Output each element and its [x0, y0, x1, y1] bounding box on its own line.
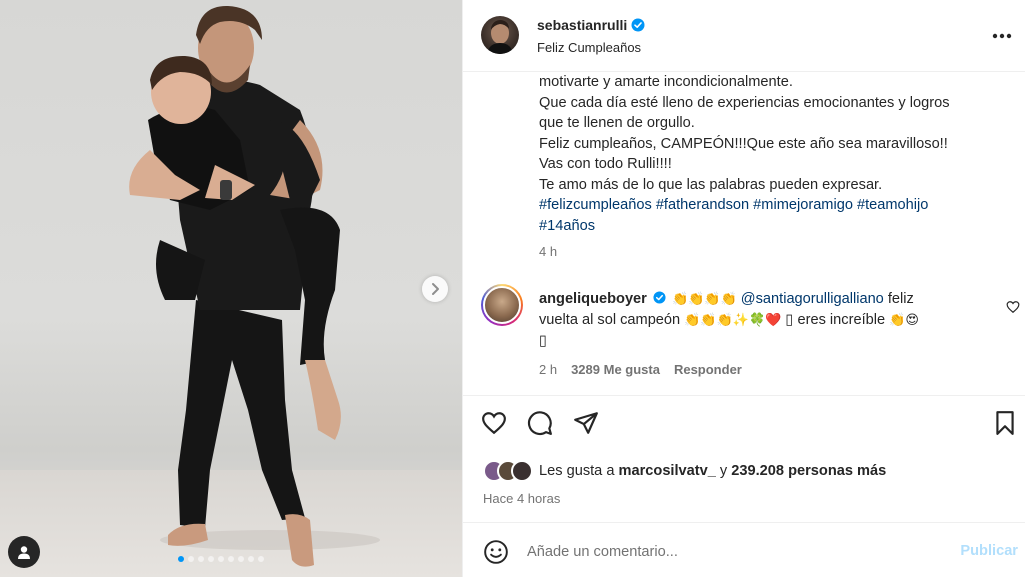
post-age[interactable]: Hace 4 horas — [483, 491, 560, 506]
comment-likes[interactable]: 3289 Me gusta — [571, 362, 660, 377]
carousel-dot — [228, 556, 234, 562]
verified-badge-icon — [631, 18, 645, 32]
more-options-button[interactable] — [990, 24, 1014, 48]
author-avatar[interactable] — [481, 16, 519, 54]
bookmark-icon[interactable] — [992, 410, 1018, 436]
post-header: sebastianrulli Feliz Cumpleaños — [463, 0, 1025, 72]
caption-line: motivarte y amarte incondicionalmente. — [539, 74, 793, 90]
likes-count[interactable]: 239.208 personas más — [731, 463, 886, 479]
post-side-panel: sebastianrulli Feliz Cumpleaños motivart… — [462, 0, 1025, 577]
comment-bubble-icon — [527, 411, 552, 436]
carousel-dot — [178, 556, 184, 562]
likes-user[interactable]: marcosilvatv_ — [619, 463, 716, 479]
commenter-avatar-image — [483, 286, 521, 324]
comment-emojis: 👏👏👏👏 — [671, 292, 737, 307]
emoji-icon[interactable] — [483, 539, 509, 565]
action-buttons — [481, 410, 599, 436]
author-username[interactable]: sebastianrulli — [537, 17, 627, 33]
carousel-dot — [208, 556, 214, 562]
liker-avatar — [511, 460, 533, 482]
caption-hashtags[interactable]: #14años — [539, 216, 999, 237]
user-icon — [18, 546, 30, 559]
comment-meta: 2 h 3289 Me gusta Responder — [539, 362, 742, 377]
caption-timestamp[interactable]: 4 h — [539, 244, 557, 259]
caption-line: que te llenen de orgullo. — [539, 115, 695, 131]
carousel-dot — [248, 556, 254, 562]
chevron-right-icon — [432, 283, 439, 295]
comment-emojis: 👏😍 — [889, 313, 919, 328]
paper-plane-icon — [574, 412, 598, 434]
carousel-dot — [238, 556, 244, 562]
likes-text[interactable]: Les gusta a marcosilvatv_ y 239.208 pers… — [539, 463, 886, 479]
comment-like-heart-icon[interactable] — [1006, 300, 1020, 314]
post-photo — [129, 5, 380, 567]
comment-fragment: vuelta al sol campeón — [539, 312, 685, 328]
post-media[interactable] — [0, 0, 462, 577]
like-button[interactable] — [481, 410, 507, 436]
likes-prefix: Les gusta a — [539, 463, 619, 479]
reply-button[interactable]: Responder — [674, 362, 742, 377]
comment-emojis: 👏👏👏✨🍀❤️ — [684, 313, 782, 328]
comment-time[interactable]: 2 h — [539, 362, 557, 377]
comment-mention[interactable]: @santiagorulligalliano — [741, 291, 884, 307]
post-actions: Les gusta a marcosilvatv_ y 239.208 pers… — [463, 395, 1025, 522]
verified-badge-icon — [653, 291, 666, 304]
carousel-dot — [198, 556, 204, 562]
comment-fragment: eres increíble — [793, 312, 890, 328]
post-comments-area[interactable]: motivarte y amarte incondicionalmente. Q… — [463, 72, 1025, 395]
carousel-dots — [178, 556, 264, 562]
comment-input[interactable] — [527, 541, 947, 563]
caption-line: Vas con todo Rulli!!!! — [539, 156, 672, 172]
heart-icon — [482, 412, 506, 435]
likes-summary: Les gusta a marcosilvatv_ y 239.208 pers… — [483, 460, 886, 482]
author-avatar-image — [487, 20, 513, 54]
missing-glyph: ▯ — [539, 333, 548, 349]
more-horizontal-icon — [992, 33, 1012, 39]
comment-fragment: feliz — [883, 291, 914, 307]
comment-button[interactable] — [527, 410, 553, 436]
caption-line: Te amo más de lo que las palabras pueden… — [539, 176, 883, 193]
likes-suffix: y — [715, 463, 732, 479]
post-subtitle[interactable]: Feliz Cumpleaños — [537, 40, 641, 55]
comment-text: angeliqueboyer 👏👏👏👏 @santiagorulligallia… — [539, 289, 979, 352]
publish-button[interactable]: Publicar — [960, 543, 1018, 559]
carousel-next-button[interactable] — [422, 276, 448, 302]
author-username-row: sebastianrulli — [537, 17, 645, 33]
caption-line: Que cada día esté lleno de experiencias … — [539, 94, 950, 111]
commenter-avatar[interactable] — [481, 284, 523, 326]
carousel-dot — [188, 556, 194, 562]
post-caption: motivarte y amarte incondicionalmente. Q… — [539, 72, 999, 236]
share-button[interactable] — [573, 410, 599, 436]
caption-line: Feliz cumpleaños, CAMPEÓN!!!Que este año… — [539, 135, 948, 152]
caption-hashtags[interactable]: #felizcumpleaños #fatherandson #mimejora… — [539, 195, 999, 216]
comment-composer: Publicar — [463, 522, 1025, 577]
carousel-dot — [218, 556, 224, 562]
carousel-dot — [258, 556, 264, 562]
tagged-users-button[interactable] — [8, 536, 40, 568]
commenter-username[interactable]: angeliqueboyer — [539, 291, 647, 307]
